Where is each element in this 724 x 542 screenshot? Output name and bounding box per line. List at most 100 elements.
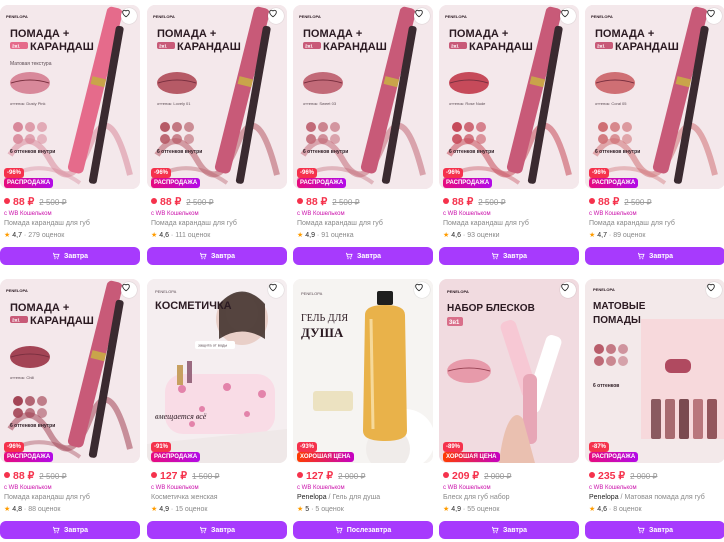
favorite-button[interactable]: [414, 282, 430, 298]
product-name[interactable]: Помада карандаш для губ: [4, 220, 90, 227]
product-card[interactable]: PENELOPA КОСМЕТИЧКА защита от воды вмеща…: [147, 279, 287, 541]
product-name[interactable]: Косметичка женская: [151, 494, 218, 501]
product-image[interactable]: PENELOPA ПОМАДА + 2в1 КАРАНДАШ оттенок: …: [585, 5, 724, 189]
review-count: 8 оценок: [613, 506, 642, 513]
svg-text:ПОМАДА +: ПОМАДА +: [10, 302, 69, 314]
product-card[interactable]: PENELOPA ПОМАДА + 2в1 КАРАНДАШ оттенок: …: [585, 5, 724, 267]
product-name[interactable]: Помада карандаш для губ: [443, 220, 529, 227]
product-image[interactable]: PENELOPA ГЕЛЬ ДЛЯ ДУША -93% ХОРОШАЯ ЦЕНА: [293, 279, 433, 463]
add-to-cart-button[interactable]: Послезавтра: [293, 521, 433, 539]
add-to-cart-button[interactable]: Завтра: [585, 247, 724, 265]
add-to-cart-button[interactable]: Завтра: [147, 521, 287, 539]
delivery-label: Завтра: [502, 526, 528, 534]
svg-text:оттенок: Lovely 01: оттенок: Lovely 01: [157, 101, 191, 106]
wallet-note: с WB Кошельком: [151, 485, 199, 491]
wallet-icon: [443, 472, 449, 478]
wallet-icon: [4, 472, 10, 478]
product-image[interactable]: PENELOPA ПОМАДА + 2в1 КАРАНДАШ оттенок: …: [439, 5, 579, 189]
product-name[interactable]: Помада карандаш для губ: [4, 494, 90, 501]
price-row: 88 ₽ 2 500 ₽: [443, 196, 506, 210]
favorite-button[interactable]: [706, 282, 722, 298]
product-name[interactable]: Помада карандаш для губ: [151, 220, 237, 227]
cart-icon: [52, 526, 60, 534]
cart-icon: [52, 252, 60, 260]
rating-value: 4,6: [159, 232, 169, 239]
rating: ★ 4,9 · 91 оценка: [297, 232, 354, 239]
product-name[interactable]: Блеск для губ набор: [443, 494, 510, 501]
rating-value: 4,6: [451, 232, 461, 239]
product-card[interactable]: PENELOPA ПОМАДА + 2в1 КАРАНДАШ оттенок: …: [0, 279, 140, 541]
product-image[interactable]: PENELOPA НАБОР БЛЕСКОВ 3в1 -89% ХОРОШАЯ …: [439, 279, 579, 463]
product-card[interactable]: PENELOPA ГЕЛЬ ДЛЯ ДУША -93% ХОРОШАЯ ЦЕНА…: [293, 279, 433, 541]
add-to-cart-button[interactable]: Завтра: [439, 521, 579, 539]
product-card[interactable]: PENELOPA ПОМАДА + 2в1 КАРАНДАШ Матовая т…: [0, 5, 140, 267]
heart-icon: [561, 283, 569, 292]
svg-text:PENELOPA: PENELOPA: [6, 14, 28, 19]
svg-text:2в1: 2в1: [159, 44, 167, 49]
price-row: 209 ₽ 2 000 ₽: [443, 470, 511, 484]
favorite-button[interactable]: [706, 8, 722, 24]
product-name[interactable]: Помада карандаш для губ: [297, 220, 383, 227]
review-count: 111 оценок: [175, 232, 211, 239]
rating-value: 4,7: [597, 232, 607, 239]
review-count: 88 оценок: [28, 506, 61, 513]
product-name[interactable]: Penelopa / Матовая помада для губ: [589, 494, 705, 501]
discount-badge: -96%: [4, 442, 25, 452]
cart-icon: [637, 252, 645, 260]
delivery-label: Завтра: [63, 252, 89, 260]
product-name[interactable]: Помада карандаш для губ: [589, 220, 675, 227]
old-price: 2 500 ₽: [332, 198, 360, 207]
product-grid: PENELOPA ПОМАДА + 2в1 КАРАНДАШ Матовая т…: [0, 0, 724, 542]
product-name[interactable]: Penelopa / Гель для душа: [297, 494, 380, 501]
product-image[interactable]: PENELOPA КОСМЕТИЧКА защита от воды вмеща…: [147, 279, 287, 463]
svg-text:Матовая текстура: Матовая текстура: [10, 61, 52, 67]
svg-text:PENELOPA: PENELOPA: [6, 288, 28, 293]
product-image[interactable]: PENELOPA ПОМАДА + 2в1 КАРАНДАШ Матовая т…: [0, 5, 140, 189]
current-price: 127 ₽: [160, 470, 188, 482]
favorite-button[interactable]: [121, 8, 137, 24]
product-image-art: PENELOPA ПОМАДА + 2в1 КАРАНДАШ оттенок: …: [293, 5, 433, 189]
product-image[interactable]: PENELOPA ПОМАДА + 2в1 КАРАНДАШ оттенок: …: [293, 5, 433, 189]
product-title: Помада карандаш для губ: [151, 220, 237, 227]
add-to-cart-button[interactable]: Завтра: [0, 521, 140, 539]
svg-text:КАРАНДАШ: КАРАНДАШ: [30, 315, 94, 327]
favorite-button[interactable]: [121, 282, 137, 298]
product-image-art: PENELOPA ГЕЛЬ ДЛЯ ДУША: [293, 279, 433, 463]
promo-badge: РАСПРОДАЖА: [589, 452, 639, 462]
product-image[interactable]: PENELOPA ПОМАДА + 2в1 КАРАНДАШ оттенок: …: [147, 5, 287, 189]
add-to-cart-button[interactable]: Завтра: [585, 521, 724, 539]
add-to-cart-button[interactable]: Завтра: [439, 247, 579, 265]
price-row: 235 ₽ 2 000 ₽: [589, 470, 657, 484]
wallet-icon: [4, 198, 10, 204]
price-row: 88 ₽ 2 500 ₽: [4, 196, 67, 210]
favorite-button[interactable]: [268, 8, 284, 24]
favorite-button[interactable]: [560, 282, 576, 298]
discount-badge: -93%: [297, 442, 318, 452]
add-to-cart-button[interactable]: Завтра: [147, 247, 287, 265]
discount-badge: -87%: [589, 442, 610, 452]
rating: ★ 4,9 · 55 оценок: [443, 506, 500, 513]
heart-icon: [707, 283, 715, 292]
svg-text:ПОМАДЫ: ПОМАДЫ: [593, 315, 641, 326]
product-card[interactable]: PENELOPA НАБОР БЛЕСКОВ 3в1 -89% ХОРОШАЯ …: [439, 279, 579, 541]
old-price: 2 000 ₽: [338, 472, 366, 481]
product-image[interactable]: PENELOPA ПОМАДА + 2в1 КАРАНДАШ оттенок: …: [0, 279, 140, 463]
product-card[interactable]: PENELOPA ПОМАДА + 2в1 КАРАНДАШ оттенок: …: [147, 5, 287, 267]
product-card[interactable]: PENELOPA МАТОВЫЕ ПОМАДЫ 6 оттенков -87% …: [585, 279, 724, 541]
product-card[interactable]: PENELOPA ПОМАДА + 2в1 КАРАНДАШ оттенок: …: [439, 5, 579, 267]
rating: ★ 4,6 · 93 оценки: [443, 232, 500, 239]
promo-badge: ХОРОШАЯ ЦЕНА: [297, 452, 354, 462]
add-to-cart-button[interactable]: Завтра: [0, 247, 140, 265]
wallet-icon: [443, 198, 449, 204]
product-card[interactable]: PENELOPA ПОМАДА + 2в1 КАРАНДАШ оттенок: …: [293, 5, 433, 267]
product-image[interactable]: PENELOPA МАТОВЫЕ ПОМАДЫ 6 оттенков -87% …: [585, 279, 724, 463]
add-to-cart-button[interactable]: Завтра: [293, 247, 433, 265]
favorite-button[interactable]: [268, 282, 284, 298]
current-price: 209 ₽: [452, 470, 480, 482]
promo-badge: РАСПРОДАЖА: [443, 178, 493, 188]
favorite-button[interactable]: [414, 8, 430, 24]
favorite-button[interactable]: [560, 8, 576, 24]
heart-icon: [269, 9, 277, 18]
product-image-art: PENELOPA НАБОР БЛЕСКОВ 3в1: [439, 279, 579, 463]
product-title: Помада карандаш для губ: [4, 220, 90, 227]
